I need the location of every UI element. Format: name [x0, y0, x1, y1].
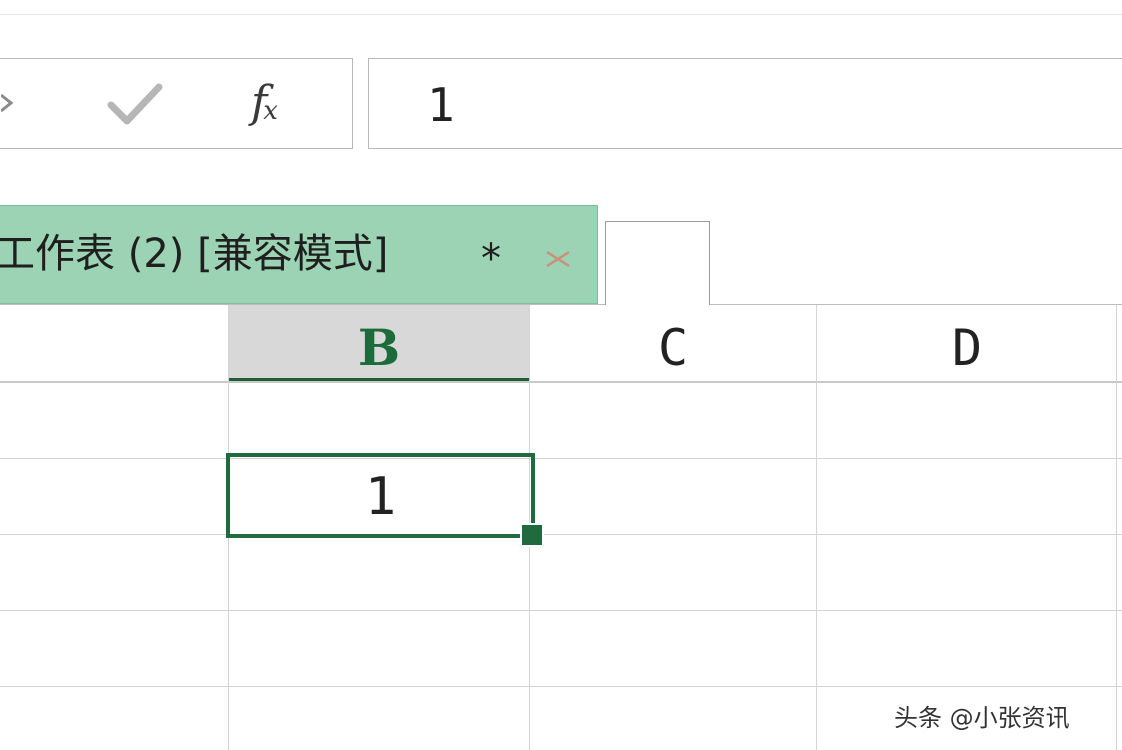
gridline — [1116, 305, 1117, 750]
document-tab-title: 工作表 (2) [兼容模式] — [0, 231, 389, 277]
column-header-a[interactable] — [0, 305, 228, 380]
watermark: 头条 @小张资讯 — [894, 704, 1070, 732]
cell[interactable] — [530, 383, 816, 458]
fx-icon[interactable]: fx — [251, 77, 311, 129]
gridline — [0, 610, 1122, 611]
fill-handle[interactable] — [520, 523, 544, 547]
cell[interactable] — [229, 383, 529, 458]
active-cell[interactable]: 1 — [226, 453, 535, 538]
gridline — [816, 305, 817, 750]
document-tab[interactable]: 工作表 (2) [兼容模式] * — [0, 205, 598, 304]
ribbon-divider — [0, 14, 1122, 15]
active-cell-value: 1 — [364, 467, 397, 527]
formula-value: 1 — [427, 78, 455, 132]
column-header-d[interactable]: D — [817, 305, 1117, 380]
close-icon[interactable] — [543, 244, 573, 274]
spreadsheet-grid: B C D 1 — [0, 305, 1122, 750]
gridline — [0, 686, 1122, 687]
new-tab-button[interactable] — [605, 221, 710, 305]
fx-sub: x — [263, 96, 278, 126]
column-header-b[interactable]: B — [229, 305, 529, 382]
cell[interactable] — [0, 383, 228, 458]
modified-marker: * — [481, 236, 501, 282]
column-header-c[interactable]: C — [530, 305, 816, 380]
formula-input[interactable]: 1 — [368, 58, 1122, 149]
gridline — [0, 458, 1122, 459]
formula-bar-buttons: fx — [0, 58, 353, 149]
close-icon[interactable] — [1, 87, 17, 119]
cell[interactable] — [817, 383, 1117, 458]
gridline — [0, 534, 1122, 535]
checkmark-icon[interactable] — [105, 81, 165, 127]
